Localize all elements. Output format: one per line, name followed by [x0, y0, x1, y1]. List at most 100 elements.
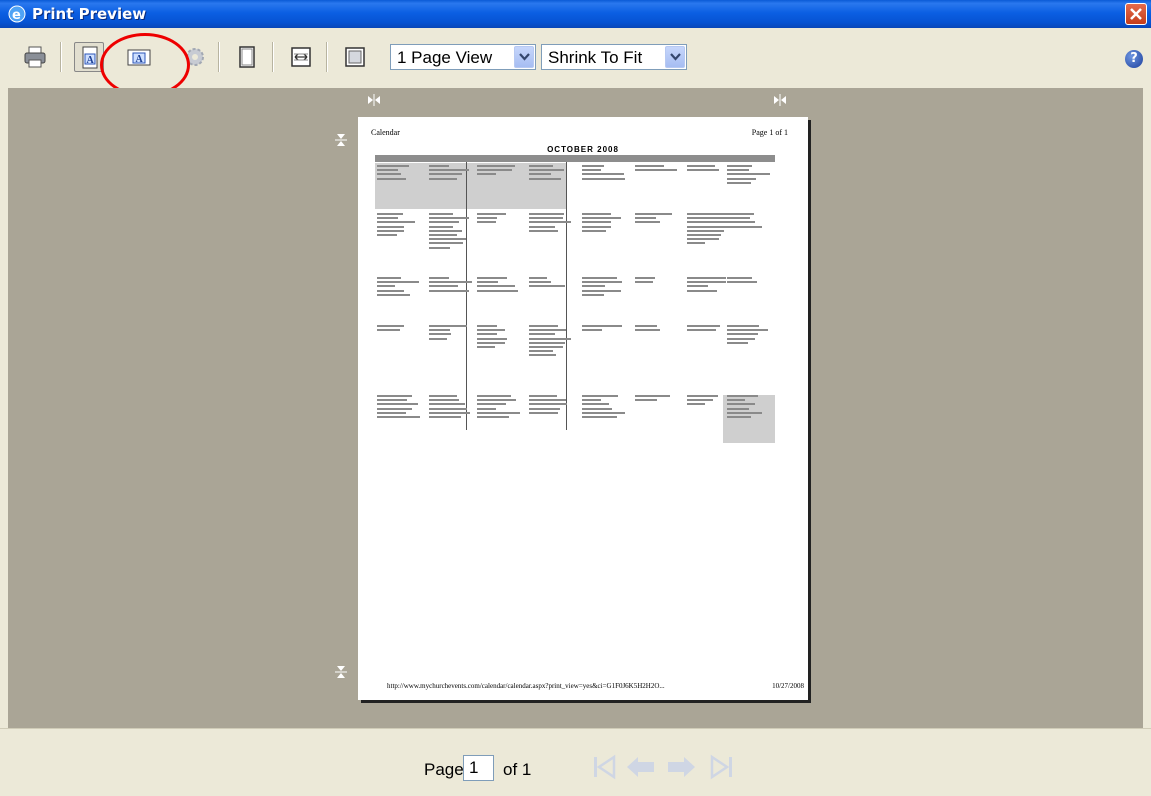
zoom-select[interactable]: Shrink To Fit — [541, 44, 687, 70]
right-margin-handle-icon[interactable] — [772, 92, 788, 108]
svg-text:e: e — [12, 8, 21, 23]
event-text-line — [377, 329, 400, 332]
close-button[interactable] — [1125, 3, 1147, 25]
event-text-line — [477, 407, 496, 410]
close-icon — [1130, 8, 1142, 20]
full-page-button[interactable] — [232, 42, 262, 72]
event-text-line — [635, 399, 657, 402]
event-text-line — [529, 333, 555, 336]
dropdown-arrow-button[interactable] — [514, 46, 534, 68]
first-page-icon[interactable] — [588, 751, 622, 783]
whole-page-button[interactable] — [340, 42, 370, 72]
page-header-title: Calendar — [371, 128, 400, 137]
preview-area: Calendar Page 1 of 1 OCTOBER 2008 http:/… — [8, 88, 1143, 728]
event-text-line — [377, 285, 395, 288]
event-text-line — [377, 169, 398, 172]
event-text-line — [529, 217, 563, 220]
dropdown-arrow-button[interactable] — [665, 46, 685, 68]
event-text-line — [477, 395, 511, 397]
event-text-line — [529, 407, 560, 410]
event-text-line — [687, 281, 726, 284]
event-text-line — [687, 165, 715, 167]
page-width-button[interactable] — [286, 42, 316, 72]
page-footer-url: http://www.mychurchevents.com/calendar/c… — [387, 682, 665, 690]
event-text-line — [477, 277, 507, 279]
event-text-line — [582, 177, 625, 180]
zoom-value: Shrink To Fit — [548, 48, 643, 67]
ie-logo-icon: e — [8, 5, 26, 23]
event-text-line — [477, 346, 495, 348]
top-margin-handle-icon[interactable] — [333, 132, 349, 148]
event-text-line — [377, 407, 412, 410]
calendar-divider — [566, 162, 567, 430]
event-text-line — [529, 285, 565, 288]
event-text-line — [687, 169, 719, 172]
event-text-line — [377, 325, 404, 327]
page-width-icon — [291, 47, 311, 67]
calendar-title: OCTOBER 2008 — [547, 145, 619, 154]
event-text-line — [377, 289, 404, 292]
event-text-line — [687, 325, 720, 327]
event-text-line — [529, 173, 551, 176]
event-text-line — [429, 242, 463, 245]
event-text-line — [529, 165, 553, 167]
event-text-line — [687, 403, 705, 406]
help-icon[interactable]: ? — [1125, 50, 1143, 68]
event-text-line — [727, 217, 750, 220]
event-text-line — [635, 217, 656, 220]
event-text-line — [377, 234, 397, 236]
event-text-line — [477, 213, 506, 215]
print-button[interactable] — [20, 42, 50, 72]
event-text-line — [635, 329, 660, 332]
event-text-line — [477, 333, 497, 336]
event-text-line — [687, 229, 724, 232]
print-page: Calendar Page 1 of 1 OCTOBER 2008 http:/… — [358, 117, 808, 700]
event-text-line — [529, 281, 551, 284]
left-margin-handle-icon[interactable] — [366, 92, 382, 108]
event-text-line — [529, 325, 558, 327]
event-text-line — [727, 329, 768, 332]
event-text-line — [582, 289, 621, 292]
event-text-line — [727, 165, 752, 167]
event-text-line — [377, 277, 401, 279]
event-text-line — [529, 177, 561, 180]
event-text-line — [582, 407, 612, 410]
event-text-line — [477, 325, 497, 327]
event-text-line — [687, 395, 718, 397]
event-text-line — [529, 354, 556, 357]
event-text-line — [529, 213, 564, 215]
page-view-select[interactable]: 1 Page View — [390, 44, 536, 70]
event-text-line — [727, 416, 751, 418]
event-text-line — [477, 217, 497, 220]
event-text-line — [377, 165, 409, 167]
page-footer-date: 10/27/2008 — [772, 682, 804, 690]
event-text-line — [727, 213, 754, 215]
toolbar-separator — [218, 42, 220, 72]
page-number-input[interactable]: 1 — [463, 755, 494, 781]
event-text-line — [727, 337, 755, 340]
previous-page-icon[interactable] — [624, 751, 658, 783]
event-text-line — [727, 395, 758, 397]
event-text-line — [529, 399, 566, 402]
last-page-icon[interactable] — [704, 751, 738, 783]
bottom-margin-handle-icon[interactable] — [333, 664, 349, 680]
title-bar: e Print Preview — [0, 0, 1151, 28]
event-text-line — [377, 281, 419, 284]
event-text-line — [687, 238, 719, 241]
event-text-line — [477, 165, 515, 167]
event-text-line — [429, 407, 467, 410]
event-text-line — [582, 285, 605, 288]
event-text-line — [429, 333, 451, 336]
next-page-icon[interactable] — [664, 751, 698, 783]
event-text-line — [582, 325, 622, 327]
event-text-line — [687, 277, 726, 279]
event-text-line — [477, 281, 498, 284]
event-text-line — [529, 350, 553, 353]
event-text-line — [477, 329, 505, 332]
page-count-label: of 1 — [503, 760, 532, 779]
calendar-day-header-row — [375, 155, 775, 162]
calendar-shaded-cell — [723, 395, 775, 443]
event-text-line — [429, 246, 450, 249]
full-page-icon — [239, 46, 255, 68]
event-text-line — [477, 173, 496, 176]
